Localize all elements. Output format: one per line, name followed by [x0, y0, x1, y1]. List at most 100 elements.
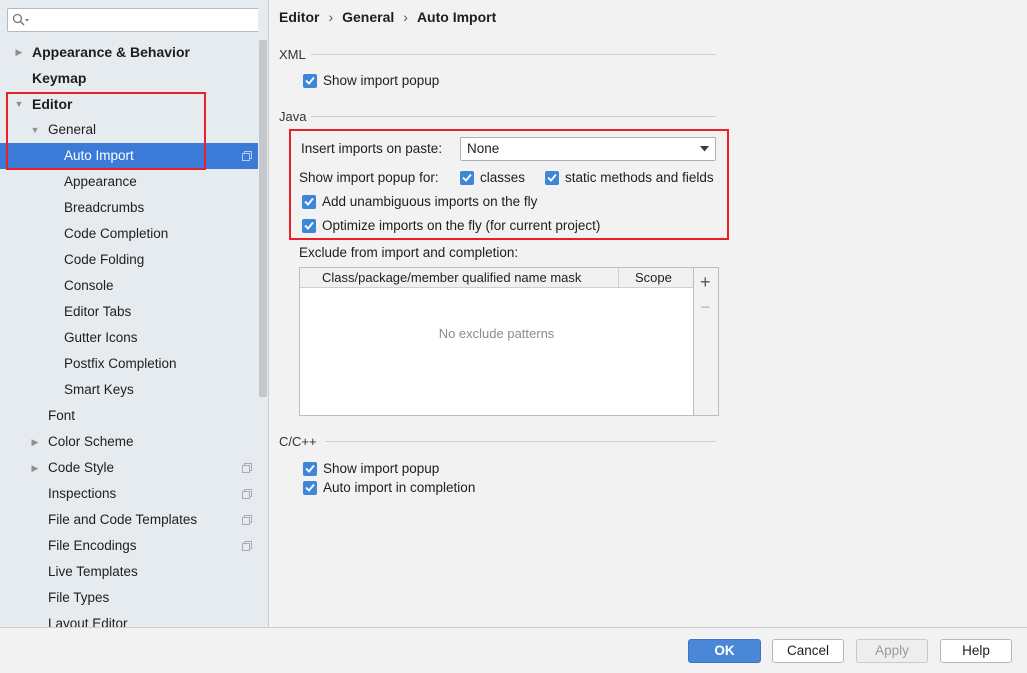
tree-item-appearance[interactable]: Appearance — [0, 169, 258, 195]
checkbox-checked-icon — [303, 461, 317, 476]
tree-item-label: Breadcrumbs — [64, 200, 145, 215]
dropdown-value: None — [467, 141, 500, 156]
tree-item-label: Appearance — [64, 174, 137, 189]
tree-item-postfix-completion[interactable]: Postfix Completion — [0, 351, 258, 377]
expand-arrow-icon[interactable]: ▶ — [30, 455, 40, 481]
column-header-scope[interactable]: Scope — [635, 270, 672, 285]
tree-item-label: Inspections — [48, 486, 117, 501]
search-icon — [12, 13, 29, 26]
checkbox-label: static methods and fields — [565, 170, 714, 185]
breadcrumb-separator: › — [328, 9, 334, 25]
checkbox-checked-icon — [303, 73, 317, 88]
tree-item-editor[interactable]: ▼ Editor — [0, 91, 258, 117]
ok-button[interactable]: OK — [688, 639, 761, 663]
tree-item-label: File Encodings — [48, 538, 137, 553]
tree-item-code-folding[interactable]: Code Folding — [0, 247, 258, 273]
tree-item-label: General — [48, 122, 97, 137]
remove-pattern-button[interactable]: − — [700, 298, 711, 316]
tree-item-editor-tabs[interactable]: Editor Tabs — [0, 299, 258, 325]
tree-item-label: Appearance & Behavior — [32, 44, 190, 60]
breadcrumb-item[interactable]: General — [342, 9, 394, 25]
breadcrumb: Editor › General › Auto Import — [279, 9, 496, 27]
project-settings-icon — [242, 151, 252, 161]
tree-item-auto-import[interactable]: Auto Import — [0, 143, 258, 169]
insert-imports-label: Insert imports on paste: — [301, 141, 443, 156]
optimize-imports-checkbox[interactable]: Optimize imports on the fly (for current… — [302, 218, 600, 233]
tree-item-label: File and Code Templates — [48, 512, 198, 527]
project-settings-icon — [242, 541, 252, 551]
tree-item-file-types[interactable]: File Types — [0, 585, 258, 611]
checkbox-label: Auto import in completion — [323, 480, 476, 495]
checkbox-checked-icon — [302, 218, 316, 233]
tree-item-file-code-templates[interactable]: File and Code Templates — [0, 507, 258, 533]
show-popup-for-label: Show import popup for: — [299, 170, 439, 185]
static-methods-checkbox[interactable]: static methods and fields — [545, 170, 714, 185]
section-title-xml: XML — [279, 47, 306, 62]
tree-item-label: Editor Tabs — [64, 304, 132, 319]
breadcrumb-item[interactable]: Editor — [279, 9, 319, 25]
tree-item-console[interactable]: Console — [0, 273, 258, 299]
tree-item-label: Color Scheme — [48, 434, 134, 449]
tree-item-label: Font — [48, 408, 76, 423]
tree-item-label: Console — [64, 278, 114, 293]
settings-sidebar: ▶ Appearance & Behavior Keymap ▼ Editor … — [0, 0, 269, 627]
cpp-auto-import-checkbox[interactable]: Auto import in completion — [303, 480, 475, 495]
settings-search-box[interactable] — [7, 8, 260, 32]
tree-item-inspections[interactable]: Inspections — [0, 481, 258, 507]
exclude-patterns-table[interactable]: Class/package/member qualified name mask… — [299, 267, 694, 416]
tree-item-appearance-behavior[interactable]: ▶ Appearance & Behavior — [0, 39, 258, 65]
dialog-footer: OK Cancel Apply Help — [0, 627, 1027, 673]
tree-item-font[interactable]: Font — [0, 403, 258, 429]
tree-item-layout-editor[interactable]: Layout Editor — [0, 611, 258, 627]
exclude-label: Exclude from import and completion: — [299, 245, 519, 260]
section-divider — [311, 54, 716, 55]
checkbox-label: Show import popup — [323, 73, 440, 88]
column-header-mask[interactable]: Class/package/member qualified name mask — [322, 270, 581, 285]
expand-arrow-icon[interactable]: ▶ — [14, 39, 24, 65]
settings-tree: ▶ Appearance & Behavior Keymap ▼ Editor … — [0, 39, 258, 627]
breadcrumb-item-current: Auto Import — [416, 9, 497, 25]
tree-item-label: Auto Import — [64, 148, 134, 163]
tree-item-breadcrumbs[interactable]: Breadcrumbs — [0, 195, 258, 221]
checkbox-checked-icon — [545, 170, 559, 185]
tree-item-label: Code Style — [48, 460, 115, 475]
apply-button[interactable]: Apply — [856, 639, 928, 663]
tree-item-label: Postfix Completion — [64, 356, 177, 371]
tree-item-file-encodings[interactable]: File Encodings — [0, 533, 258, 559]
cancel-button[interactable]: Cancel — [772, 639, 844, 663]
tree-item-label: Live Templates — [48, 564, 138, 579]
table-header: Class/package/member qualified name mask… — [300, 268, 693, 288]
checkbox-label: classes — [480, 170, 526, 185]
tree-item-gutter-icons[interactable]: Gutter Icons — [0, 325, 258, 351]
column-divider[interactable] — [618, 268, 619, 288]
tree-item-general[interactable]: ▼ General — [0, 117, 258, 143]
project-settings-icon — [242, 489, 252, 499]
tree-item-label: Code Folding — [64, 252, 145, 267]
insert-imports-dropdown[interactable]: None — [460, 137, 716, 161]
expand-arrow-icon[interactable]: ▶ — [30, 429, 40, 455]
cpp-show-import-popup-checkbox[interactable]: Show import popup — [303, 461, 439, 476]
tree-item-label: Code Completion — [64, 226, 169, 241]
add-unambiguous-imports-checkbox[interactable]: Add unambiguous imports on the fly — [302, 194, 537, 209]
table-toolbar: + − — [694, 267, 719, 416]
section-title-cpp: C/C++ — [279, 434, 317, 449]
table-empty-text: No exclude patterns — [438, 326, 555, 341]
tree-item-keymap[interactable]: Keymap — [0, 65, 258, 91]
tree-item-color-scheme[interactable]: ▶ Color Scheme — [0, 429, 258, 455]
section-divider — [311, 116, 716, 117]
help-button[interactable]: Help — [940, 639, 1012, 663]
collapse-arrow-icon[interactable]: ▼ — [14, 91, 24, 117]
add-pattern-button[interactable]: + — [700, 273, 711, 291]
classes-checkbox[interactable]: classes — [460, 170, 525, 185]
tree-item-label: File Types — [48, 590, 110, 605]
tree-item-label: Smart Keys — [64, 382, 134, 397]
sidebar-scrollbar-thumb[interactable] — [259, 40, 267, 397]
tree-item-live-templates[interactable]: Live Templates — [0, 559, 258, 585]
xml-show-import-popup-checkbox[interactable]: Show import popup — [303, 73, 439, 88]
search-input[interactable] — [34, 11, 254, 29]
tree-item-code-completion[interactable]: Code Completion — [0, 221, 258, 247]
tree-item-code-style[interactable]: ▶ Code Style — [0, 455, 258, 481]
tree-item-label: Layout Editor — [48, 616, 128, 627]
collapse-arrow-icon[interactable]: ▼ — [30, 117, 40, 143]
tree-item-smart-keys[interactable]: Smart Keys — [0, 377, 258, 403]
